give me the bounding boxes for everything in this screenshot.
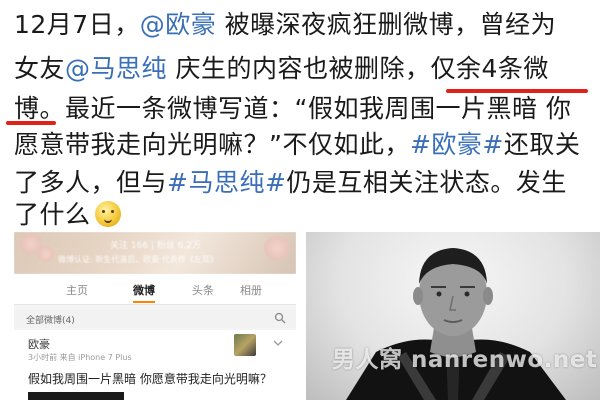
highlighted-text: 博 bbox=[14, 94, 40, 123]
weibo-filter-bar[interactable]: 全部微博(4) bbox=[14, 310, 296, 328]
blossom-decoration bbox=[38, 246, 54, 262]
mention-masichun-link[interactable]: @马思纯 bbox=[65, 54, 167, 83]
weibo-post-text: 12月7日，@欧豪 被曝深夜疯狂删微博，曾经为 女友@马思纯 庆生的内容也被删除… bbox=[0, 0, 600, 232]
post-line-4: 愿意带我走向光明嘛？”不仅如此，#欧豪#还取关 bbox=[14, 128, 580, 162]
site-watermark: 男人窝 nanrenwo.net bbox=[332, 347, 598, 373]
follow-stats: 关注 166 | 粉丝 6.2万 bbox=[110, 241, 201, 251]
verification-text: 微博认证: 新生代演员、欧豪·代表作《左耳》 bbox=[58, 255, 218, 264]
weibo-profile-screenshot: 关注 166 | 粉丝 6.2万 微博认证: 新生代演员、欧豪·代表作《左耳》 … bbox=[14, 232, 296, 400]
portrait-illustration bbox=[346, 248, 566, 400]
hashtag-ouhao-link[interactable]: #欧豪# bbox=[410, 130, 504, 159]
chevron-down-icon[interactable] bbox=[272, 338, 284, 348]
post-text-segment: 愿意带我走向光明嘛？”不仅如此， bbox=[14, 130, 410, 159]
thinking-face-icon bbox=[94, 201, 121, 227]
highlighted-text: 仅余4条微 bbox=[430, 54, 549, 83]
profile-cover-image: 关注 166 | 粉丝 6.2万 微博认证: 新生代演员、欧豪·代表作《左耳》 bbox=[14, 232, 296, 274]
post-text-segment: 还取关 bbox=[503, 130, 581, 159]
post-text-segment: 了什么 bbox=[14, 200, 91, 229]
post-meta: 3小时前 来自 iPhone 7 Plus bbox=[28, 353, 132, 362]
post-text-segment: 。最近一条微博写道：“假如我周围一片黑暗 你 bbox=[39, 94, 572, 123]
active-tab-indicator bbox=[133, 301, 155, 303]
post-line-5: 了多人，但与#马思纯#仍是互相关注状态。发生 bbox=[14, 166, 567, 200]
post-date: 12月7日， bbox=[14, 10, 140, 39]
post-thumbnail[interactable] bbox=[234, 334, 256, 356]
tab-headlines[interactable]: 头条 bbox=[192, 282, 214, 298]
tab-album[interactable]: 相册 bbox=[240, 282, 262, 298]
post-line-1: 12月7日，@欧豪 被曝深夜疯狂删微博，曾经为 bbox=[14, 8, 556, 42]
tab-weibo[interactable]: 微博 bbox=[133, 282, 155, 298]
hashtag-masichun-link[interactable]: #马思纯# bbox=[167, 168, 286, 197]
profile-tab-bar: 主页 微博 头条 相册 bbox=[14, 274, 296, 305]
post-text-segment: 女友 bbox=[14, 54, 66, 83]
red-underline-mark bbox=[6, 121, 56, 125]
post-text-segment: 仍是互相关注状态。发生 bbox=[286, 168, 567, 197]
poster-name[interactable]: 欧豪 bbox=[28, 336, 50, 352]
post-line-3: 博。最近一条微博写道：“假如我周围一片黑暗 你 bbox=[14, 92, 571, 126]
post-line-2: 女友@马思纯 庆生的内容也被删除，仅余4条微 bbox=[14, 52, 549, 86]
weibo-post-card[interactable]: 欧豪 3小时前 来自 iPhone 7 Plus 假如我周围一片黑暗 你愿意带我… bbox=[14, 330, 296, 400]
post-text-segment: 了多人，但与 bbox=[14, 168, 168, 197]
post-text-segment: 庆生的内容也被删除， bbox=[167, 54, 431, 83]
tab-home[interactable]: 主页 bbox=[66, 282, 88, 298]
post-image-preview[interactable] bbox=[28, 392, 124, 400]
search-icon[interactable] bbox=[274, 312, 286, 324]
blossom-decoration bbox=[264, 236, 290, 260]
portrait-photo bbox=[306, 232, 600, 400]
post-line-6: 了什么 bbox=[14, 198, 121, 232]
mention-ouhao-link[interactable]: @欧豪 bbox=[140, 10, 217, 39]
post-content: 假如我周围一片黑暗 你愿意带我走向光明嘛？ bbox=[28, 372, 272, 386]
post-text-segment: 被曝深夜疯狂删微博，曾经为 bbox=[216, 10, 557, 39]
filter-label[interactable]: 全部微博(4) bbox=[26, 313, 75, 326]
